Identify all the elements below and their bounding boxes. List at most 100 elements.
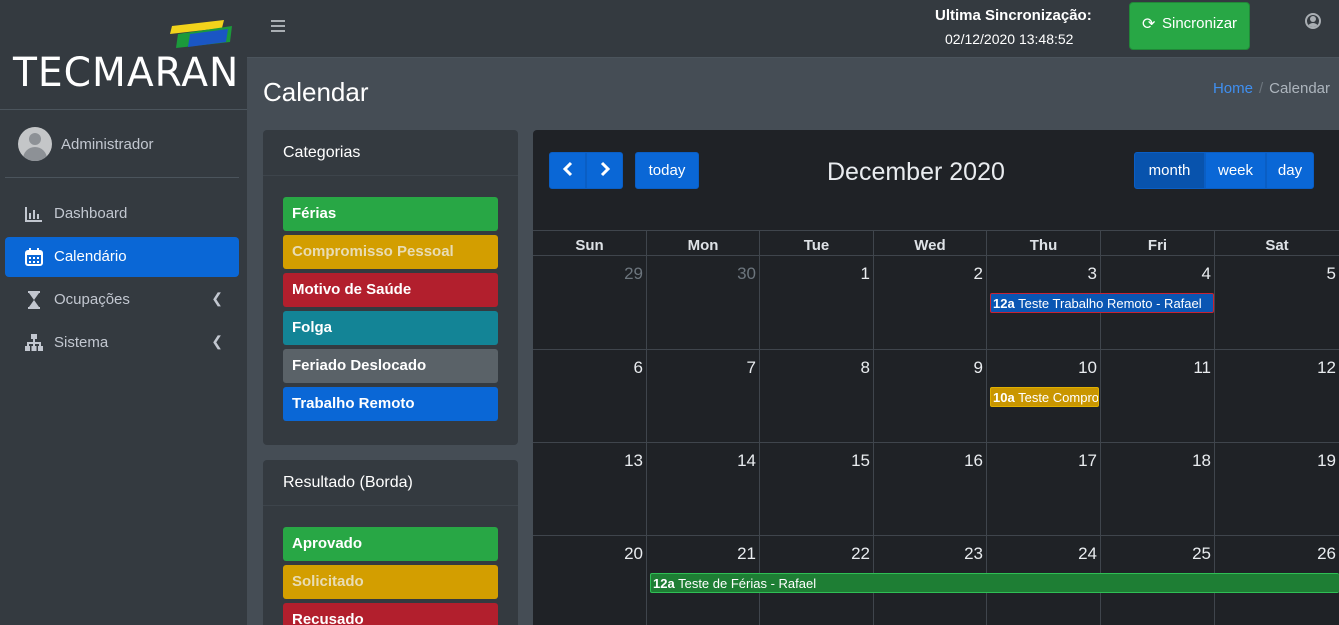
category-motivo-saude[interactable]: Motivo de Saúde [283, 273, 498, 307]
weekday-header: Wed [874, 230, 987, 256]
chevron-left-icon: ❮ [211, 290, 223, 306]
day-cell[interactable]: 18 [1101, 443, 1215, 536]
prev-month-button[interactable] [549, 152, 586, 189]
day-cell[interactable]: 12 [1215, 350, 1339, 443]
category-folga[interactable]: Folga [283, 311, 498, 345]
result-solicitado[interactable]: Solicitado [283, 565, 498, 599]
sync-date: 02/12/2020 13:48:52 [945, 31, 1074, 47]
breadcrumb-home-link[interactable]: Home [1213, 80, 1253, 97]
day-cell[interactable]: 9 [874, 350, 987, 443]
day-number: 16 [964, 451, 983, 470]
day-number: 19 [1317, 451, 1336, 470]
event-time: 10a [993, 390, 1015, 405]
day-number: 23 [964, 544, 983, 563]
today-button[interactable]: today [635, 152, 699, 189]
sidebar-item-sistema[interactable]: Sistema ❮ [5, 323, 239, 363]
avatar[interactable] [18, 127, 52, 161]
next-month-button[interactable] [586, 152, 623, 189]
category-compromisso-pessoal[interactable]: Compromisso Pessoal [283, 235, 498, 269]
day-number: 5 [1326, 264, 1336, 283]
sidebar-item-dashboard[interactable]: Dashboard [5, 194, 239, 234]
weekday-header: Tue [760, 230, 874, 256]
day-number: 7 [746, 358, 756, 377]
day-cell[interactable]: 20 [533, 536, 647, 625]
chevron-right-icon [600, 161, 610, 177]
weekday-header: Sun [533, 230, 647, 256]
event-title: Teste Compromisso [1018, 390, 1099, 405]
day-number: 30 [737, 264, 756, 283]
day-number: 12 [1317, 358, 1336, 377]
user-panel[interactable]: Administrador [5, 111, 239, 178]
hourglass-icon [28, 291, 40, 309]
day-number: 14 [737, 451, 756, 470]
day-number: 15 [851, 451, 870, 470]
day-cell[interactable]: 2 [874, 256, 987, 350]
menu-toggle-icon[interactable] [271, 20, 285, 35]
brand-name: TECMARAN [13, 50, 240, 96]
top-navbar: Ultima Sincronização: 02/12/2020 13:48:5… [247, 0, 1339, 58]
view-day-button[interactable]: day [1266, 152, 1314, 189]
day-number: 4 [1201, 264, 1211, 283]
result-aprovado[interactable]: Aprovado [283, 527, 498, 561]
day-cell[interactable]: 17 [987, 443, 1101, 536]
breadcrumb-current: Calendar [1269, 80, 1330, 97]
calendar-event[interactable]: 10a Teste Compromisso [990, 387, 1099, 407]
chart-bar-icon [25, 207, 42, 222]
sidebar-item-label: Dashboard [54, 205, 128, 222]
results-card: Resultado (Borda) Aprovado Solicitado Re… [263, 460, 518, 625]
day-cell[interactable]: 13 [533, 443, 647, 536]
refresh-icon: ⟳ [1142, 16, 1156, 33]
day-cell[interactable]: 5 [1215, 256, 1339, 350]
calendar-icon [25, 248, 43, 266]
day-number: 20 [624, 544, 643, 563]
category-feriado-deslocado[interactable]: Feriado Deslocado [283, 349, 498, 383]
day-number: 11 [1193, 358, 1211, 377]
day-number: 29 [624, 264, 643, 283]
brand-logo[interactable]: TECMARAN [0, 0, 247, 110]
breadcrumb-separator: / [1258, 80, 1264, 97]
day-number: 9 [973, 358, 983, 377]
sidebar-item-ocupacoes[interactable]: Ocupações ❮ [5, 280, 239, 320]
user-menu-icon[interactable] [1305, 13, 1321, 29]
day-number: 8 [860, 358, 870, 377]
view-month-button[interactable]: month [1134, 152, 1205, 189]
day-cell[interactable]: 11 [1101, 350, 1215, 443]
user-name[interactable]: Administrador [61, 136, 154, 153]
calendar-event[interactable]: 12a Teste de Férias - Rafael [650, 573, 1339, 593]
categories-title: Categorias [263, 130, 518, 176]
calendar-month-grid: Sun Mon Tue Wed Thu Fri Sat 29 30 1 2 3 … [533, 230, 1339, 625]
day-number: 24 [1078, 544, 1097, 563]
chevron-left-icon [562, 161, 572, 177]
day-cell[interactable]: 19 [1215, 443, 1339, 536]
calendar-event[interactable]: 12a Teste Trabalho Remoto - Rafael [990, 293, 1214, 313]
chevron-left-icon: ❮ [211, 333, 223, 349]
sync-title: Ultima Sincronização: [935, 7, 1092, 24]
view-week-button[interactable]: week [1205, 152, 1266, 189]
category-trabalho-remoto[interactable]: Trabalho Remoto [283, 387, 498, 421]
category-ferias[interactable]: Férias [283, 197, 498, 231]
day-number: 17 [1078, 451, 1097, 470]
day-cell[interactable]: 1 [760, 256, 874, 350]
sync-button[interactable]: ⟳ Sincronizar [1129, 2, 1250, 50]
day-cell[interactable]: 16 [874, 443, 987, 536]
calendar: today December 2020 month week day Sun M… [533, 130, 1339, 625]
sitemap-icon [25, 334, 43, 351]
day-cell[interactable]: 15 [760, 443, 874, 536]
result-recusado[interactable]: Recusado [283, 603, 498, 625]
day-cell[interactable]: 6 [533, 350, 647, 443]
day-cell[interactable]: 7 [647, 350, 760, 443]
day-number: 1 [860, 264, 870, 283]
sidebar-item-label: Sistema [54, 334, 109, 351]
day-cell[interactable]: 8 [760, 350, 874, 443]
day-cell[interactable]: 14 [647, 443, 760, 536]
weekday-header: Thu [987, 230, 1101, 256]
sidebar-item-label: Ocupações [54, 291, 130, 308]
day-number: 13 [624, 451, 643, 470]
page-title: Calendar [263, 77, 369, 107]
day-number: 2 [973, 264, 983, 283]
sidebar-nav: Dashboard Calendário Ocupações ❮ Sistema… [5, 194, 239, 366]
logo-flag-icon [170, 20, 232, 48]
day-cell[interactable]: 29 [533, 256, 647, 350]
sidebar-item-calendario[interactable]: Calendário [5, 237, 239, 277]
day-cell[interactable]: 30 [647, 256, 760, 350]
